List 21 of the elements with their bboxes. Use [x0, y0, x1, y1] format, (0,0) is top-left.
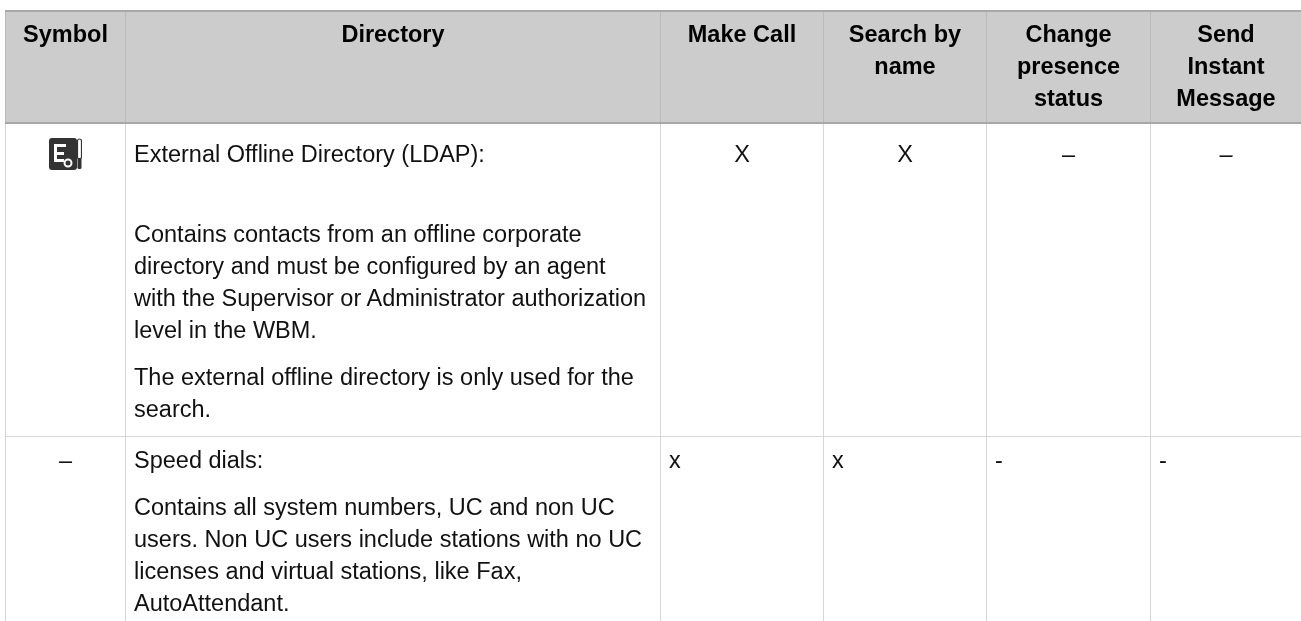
description-text: Speed dials: — [134, 445, 265, 475]
description-text: Contains contacts from an offline corporate directory and must be configured by an agent with the Supervisor or Administrator authorization level in the WBM. — [134, 220, 648, 345]
description-text: External Offline Directory (LDAP): — [134, 140, 486, 169]
feature-mark: - — [1159, 446, 1167, 473]
column-header: Symbol — [5, 11, 126, 123]
description-text: Contains all system numbers, UC and non UC users. Non UC users include stations with no UC licenses and virtual stations, like Fax, AutoAttendant. — [134, 492, 644, 618]
column-header: Search by name — [823, 11, 987, 123]
column-header: Make Call — [660, 11, 824, 123]
feature-mark: x — [832, 446, 844, 473]
directory-icon — [49, 138, 82, 170]
column-header: Send Instant Message — [1150, 11, 1301, 123]
column-header: Directory — [125, 11, 661, 123]
symbol-text: – — [58, 446, 73, 473]
feature-mark: X — [897, 141, 913, 167]
feature-mark: X — [734, 141, 750, 167]
feature-mark: – — [1219, 141, 1233, 167]
column-header: Change presence status — [986, 11, 1151, 123]
feature-mark: – — [1061, 141, 1076, 167]
description-text: The external offline directory is only used for the search. — [134, 363, 635, 424]
feature-mark: x — [669, 446, 681, 473]
feature-mark: - — [995, 446, 1003, 473]
